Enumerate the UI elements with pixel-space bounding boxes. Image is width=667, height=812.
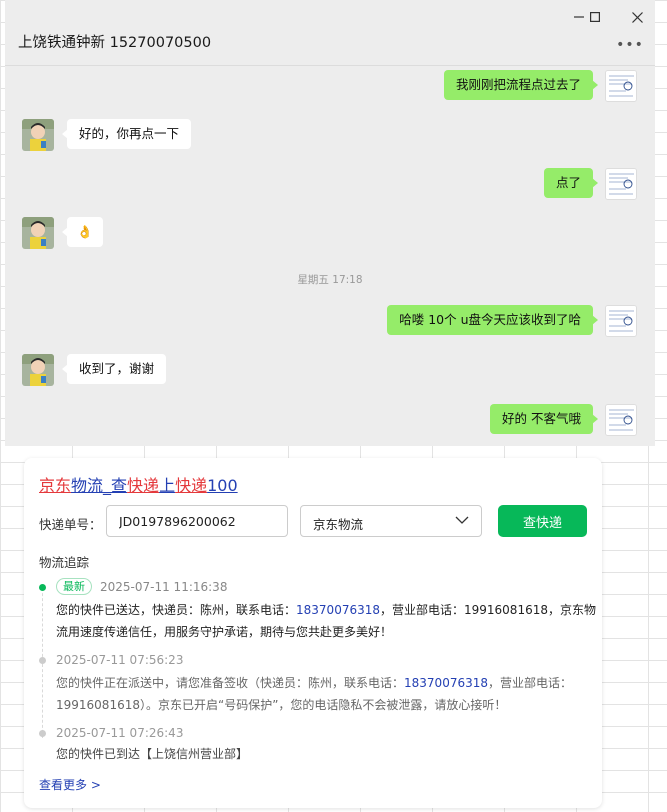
- tracking-section-title: 物流追踪: [39, 555, 90, 570]
- my-avatar[interactable]: [605, 404, 637, 436]
- chevron-down-icon: [455, 516, 469, 524]
- carrier-select[interactable]: 京东物流: [300, 505, 482, 537]
- maximize-button[interactable]: [581, 6, 609, 28]
- more-options-button[interactable]: •••: [616, 36, 644, 54]
- chat-title: 上饶铁通钟新 15270070500: [18, 35, 212, 51]
- timeline-dot-latest: [39, 584, 46, 591]
- latest-badge: 最新: [56, 578, 92, 595]
- title-part: _查: [103, 476, 128, 495]
- my-avatar[interactable]: [605, 305, 637, 337]
- message-bubble-theirs[interactable]: 收到了，谢谢: [61, 354, 167, 384]
- tracking-number-label: 快递单号：: [39, 517, 102, 532]
- carrier-selected-value: 京东物流: [313, 517, 364, 532]
- message-bubble-theirs[interactable]: 好的，你再点一下: [61, 119, 192, 149]
- message-bubble-mine[interactable]: 哈喽 10个 u盘今天应该收到了哈: [387, 305, 598, 335]
- event-text: 您的快件已到达【上饶信州营业部】: [56, 747, 249, 761]
- event-time: 2025-07-11 11:16:38: [100, 580, 228, 594]
- card-title-link[interactable]: 京东物流_查快递上快递100: [39, 472, 238, 496]
- title-part: 京东: [39, 476, 72, 495]
- chat-window: 上饶铁通钟新 15270070500 ••• 我刚刚把流程点过去了 好的，你再点…: [5, 0, 655, 446]
- maximize-icon: [590, 12, 600, 22]
- title-part: 快递: [175, 476, 208, 495]
- event-description: 您的快件已送达，快递员：陈州，联系电话：18370076318，营业部电话：19…: [56, 599, 601, 643]
- message-bubble-mine[interactable]: 点了: [543, 168, 599, 198]
- event-description: 您的快件已到达【上饶信州营业部】: [56, 743, 601, 765]
- title-part: 快递: [127, 476, 160, 495]
- courier-phone-link[interactable]: 18370076318: [404, 676, 488, 690]
- event-text: 您的快件已送达，快递员：陈州，联系电话：: [56, 603, 297, 617]
- contact-avatar[interactable]: [22, 217, 54, 249]
- close-icon: [631, 11, 643, 23]
- event-text: 您的快件正在派送中，请您准备签收（快递员：陈州，联系电话：: [56, 676, 405, 690]
- title-part: 上: [159, 476, 176, 495]
- my-avatar[interactable]: [605, 70, 637, 102]
- express-tracking-card: 京东物流_查快递上快递100 快递单号： 京东物流 查快递 物流追踪 最新 20…: [24, 458, 602, 808]
- timeline-dot: [39, 657, 46, 664]
- contact-avatar[interactable]: [22, 119, 54, 151]
- message-bubble-theirs[interactable]: 👌: [62, 217, 103, 247]
- chat-header: 上饶铁通钟新 15270070500 •••: [5, 0, 655, 66]
- see-more-link[interactable]: 查看更多 >: [39, 776, 101, 793]
- tracking-number-input[interactable]: [106, 505, 288, 537]
- courier-phone-link[interactable]: 18370076318: [296, 603, 380, 617]
- query-express-button[interactable]: 查快递: [498, 505, 587, 537]
- close-button[interactable]: [623, 6, 651, 28]
- my-avatar[interactable]: [605, 168, 637, 200]
- message-bubble-mine[interactable]: 好的 不客气哦: [490, 404, 598, 434]
- title-part: 物流: [71, 476, 104, 495]
- contact-avatar[interactable]: [22, 354, 54, 386]
- event-time: 2025-07-11 07:26:43: [56, 726, 184, 740]
- more-icon: •••: [616, 37, 644, 53]
- event-description: 您的快件正在派送中，请您准备签收（快递员：陈州，联系电话：18370076318…: [56, 672, 601, 716]
- title-part: 100: [207, 476, 238, 495]
- chat-timestamp: 星期五 17:18: [297, 274, 363, 286]
- event-time: 2025-07-11 07:56:23: [56, 653, 184, 667]
- message-bubble-mine[interactable]: 我刚刚把流程点过去了: [443, 70, 599, 100]
- timeline-dot: [39, 730, 46, 737]
